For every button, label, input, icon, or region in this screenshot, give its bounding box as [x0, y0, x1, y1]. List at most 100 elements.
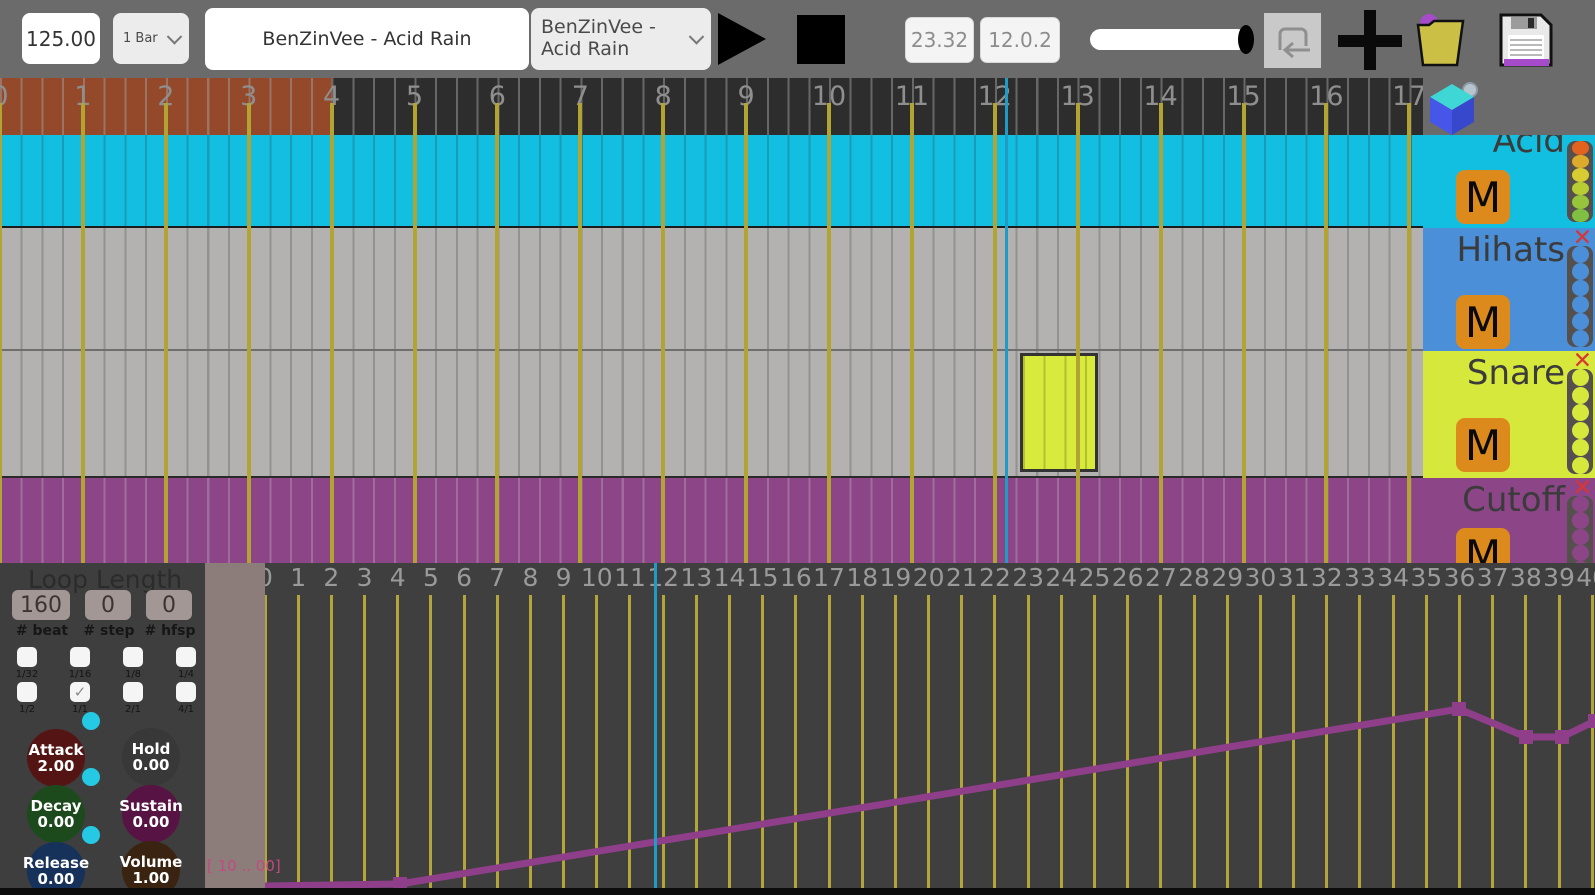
division-checkbox-1-8[interactable]: [123, 647, 143, 667]
sustain-knob[interactable]: Sustain 0.00: [119, 785, 183, 843]
level-dots: [1567, 369, 1593, 474]
mute-button[interactable]: M: [1456, 295, 1510, 349]
playhead[interactable]: [1005, 78, 1008, 563]
bar-number: 13: [1060, 81, 1095, 112]
division-label: 1/16: [68, 669, 92, 680]
division-checkbox-2-1[interactable]: [123, 682, 143, 702]
track-lane-hihats[interactable]: [0, 228, 1423, 351]
level-dot[interactable]: [1571, 404, 1589, 422]
volume-knob[interactable]: Volume 1.00: [120, 841, 182, 895]
level-dot[interactable]: [1571, 296, 1589, 314]
track-lane-snare[interactable]: [0, 351, 1423, 478]
automation-curve[interactable]: [265, 563, 1595, 888]
level-dot[interactable]: [1571, 512, 1589, 529]
level-dot[interactable]: [1571, 195, 1589, 209]
preset-select[interactable]: BenZinVee - Acid Rain: [531, 8, 711, 70]
automation-node[interactable]: [1555, 730, 1569, 744]
track-header-acid[interactable]: Acid M: [1423, 135, 1595, 228]
volume-slider-knob[interactable]: [1238, 25, 1254, 54]
level-dot[interactable]: [1571, 168, 1589, 182]
automation-editor[interactable]: 0123456789101112131415161718192021222324…: [265, 563, 1595, 888]
loop-button[interactable]: [1264, 13, 1321, 68]
mute-button[interactable]: M: [1456, 418, 1510, 472]
drag-handle-dot[interactable]: [82, 768, 100, 786]
loop-field-beat[interactable]: 160: [12, 590, 70, 620]
track-headers: Acid M ✕ Hihats M ✕ Snare M ✕ Cutoff M: [1423, 135, 1595, 563]
preset-value: BenZinVee - Acid Rain: [541, 16, 656, 60]
level-dot[interactable]: [1571, 456, 1589, 474]
drag-handle-dot[interactable]: [82, 712, 100, 730]
level-dots: [1567, 496, 1593, 563]
division-checkbox-1-16[interactable]: [70, 647, 90, 667]
division-checkbox-1-4[interactable]: [176, 647, 196, 667]
decay-knob[interactable]: Decay 0.00: [27, 785, 85, 843]
bpm-input[interactable]: 125.00: [22, 13, 100, 64]
automation-node[interactable]: [1452, 702, 1466, 716]
bar-number: 15: [1226, 81, 1261, 112]
automation-node[interactable]: [1519, 730, 1533, 744]
level-dot[interactable]: [1571, 246, 1589, 263]
level-dot[interactable]: [1571, 141, 1589, 155]
song-title-input[interactable]: BenZinVee - Acid Rain: [205, 8, 529, 70]
bar-number: 0: [0, 81, 9, 112]
add-track-button[interactable]: [1338, 10, 1402, 70]
level-dot[interactable]: [1571, 369, 1589, 387]
cube-3d-view-button[interactable]: [1428, 82, 1478, 140]
folder-icon: [1416, 14, 1465, 67]
bar-length-select[interactable]: 1 Bar: [113, 13, 189, 64]
ruler-subdivisions: [0, 78, 1423, 135]
level-dot[interactable]: [1571, 262, 1589, 280]
save-button[interactable]: [1497, 11, 1555, 69]
division-label: 1/8: [124, 669, 142, 680]
loop-field-hfsp[interactable]: 0: [146, 590, 192, 620]
track-header-snare[interactable]: ✕ Snare M: [1423, 348, 1595, 478]
mute-button[interactable]: M: [1456, 528, 1510, 563]
attack-knob[interactable]: Attack 2.00: [27, 729, 85, 787]
level-dot[interactable]: [1571, 544, 1589, 562]
loop-field-step[interactable]: 0: [85, 590, 131, 620]
position-display[interactable]: 12.0.2: [980, 17, 1060, 63]
track-lane-acid[interactable]: [0, 135, 1423, 228]
bar-ruler[interactable]: 01234567891011121314151617: [0, 78, 1423, 135]
level-dot[interactable]: [1571, 330, 1589, 347]
level-dot[interactable]: [1571, 313, 1589, 331]
play-icon[interactable]: [718, 13, 766, 65]
automation-node[interactable]: [1588, 714, 1595, 728]
division-checkbox-1-32[interactable]: [17, 647, 37, 667]
cube-icon: [1430, 82, 1478, 135]
snare-clip[interactable]: [1020, 353, 1098, 472]
level-dot[interactable]: [1571, 386, 1589, 404]
track-name: Snare: [1466, 353, 1565, 393]
knob-name: Release: [22, 853, 90, 872]
hold-knob[interactable]: Hold 0.00: [122, 728, 180, 786]
level-dot[interactable]: [1571, 208, 1589, 222]
stop-icon[interactable]: [797, 15, 845, 64]
track-lane-cutoff[interactable]: [0, 478, 1423, 563]
level-dot[interactable]: [1571, 154, 1589, 168]
automation-line[interactable]: [265, 705, 1595, 888]
level-dot[interactable]: [1571, 496, 1589, 513]
level-dot[interactable]: [1571, 528, 1589, 545]
level-dot[interactable]: [1571, 439, 1589, 457]
bottom-edge-bar: [0, 888, 1595, 895]
playhead[interactable]: [654, 563, 657, 888]
track-header-hihats[interactable]: ✕ Hihats M: [1423, 225, 1595, 351]
track-header-cutoff[interactable]: ✕ Cutoff M: [1423, 475, 1595, 563]
level-dot[interactable]: [1571, 421, 1589, 439]
bar-number: 2: [157, 81, 175, 112]
volume-slider[interactable]: [1090, 29, 1248, 50]
time-display[interactable]: 23.32: [905, 17, 974, 63]
division-label: 1/4: [177, 669, 195, 680]
arrangement-grid[interactable]: [0, 135, 1423, 563]
mute-button[interactable]: M: [1456, 170, 1510, 224]
automation-node[interactable]: [393, 877, 407, 888]
loop-field-label: # beat: [15, 623, 69, 639]
division-checkbox-1-1[interactable]: ✓: [70, 682, 90, 702]
open-folder-button[interactable]: [1410, 13, 1468, 68]
level-dot[interactable]: [1571, 181, 1589, 195]
drag-handle-dot[interactable]: [82, 826, 100, 844]
loop-field-label: # step: [83, 623, 135, 639]
level-dot[interactable]: [1571, 279, 1589, 297]
division-checkbox-4-1[interactable]: [176, 682, 196, 702]
division-checkbox-1-2[interactable]: [17, 682, 37, 702]
